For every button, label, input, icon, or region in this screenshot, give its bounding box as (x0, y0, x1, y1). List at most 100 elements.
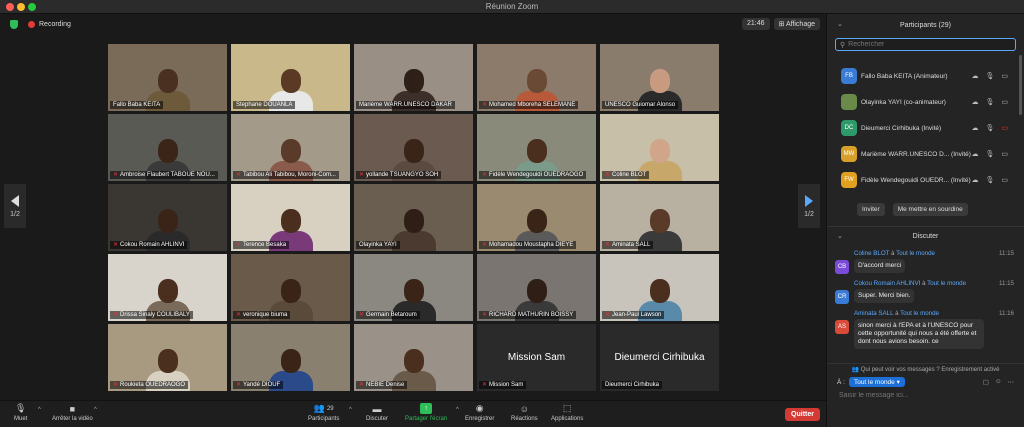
quit-button[interactable]: Quitter (785, 408, 820, 421)
participant-name: Fidèle Wendegouidi OUEDRAOGO (489, 172, 584, 178)
chat-sender[interactable]: Cokou Romain AHLINVI (854, 280, 920, 287)
view-button[interactable]: ⊞ Affichage (773, 18, 820, 30)
previous-page-button[interactable]: 1/2 (4, 184, 26, 228)
video-options-chevron-icon[interactable]: ^ (94, 407, 97, 413)
mute-button[interactable]: 🎙 Muet (14, 403, 27, 422)
video-tile[interactable]: ✕ Terence Besaka (231, 184, 350, 251)
next-page-button[interactable]: 1/2 (798, 184, 820, 228)
participant-row-name: Marième WARR.UNESCO D... (Invité) (861, 150, 971, 158)
chat-timestamp: 11:15 (998, 250, 1014, 257)
participant-row[interactable]: FW Fidèle Wendegouidi OUEDR... (Invité) ☁ 🎙… (827, 167, 1024, 193)
security-shield-icon[interactable] (10, 20, 18, 29)
reactions-button[interactable]: ☺ Réactions (511, 403, 538, 423)
participant-search[interactable]: ⚲ (835, 38, 1016, 51)
share-options-chevron-icon[interactable]: ^ (456, 407, 459, 413)
video-tile[interactable]: Fallo Baba KEITA (108, 44, 227, 111)
video-tile[interactable]: ✕ Roukieta OUEDRAOGO (108, 324, 227, 391)
video-tile[interactable]: ✕ Mohamadou Moustapha DIEYE (477, 184, 596, 251)
avatar: FW (841, 172, 857, 188)
participant-name: yollande TSUANGYO SOH (366, 172, 439, 178)
video-tile[interactable]: ✕ yollande TSUANGYO SOH (354, 114, 473, 181)
recipient-label: À : (837, 378, 845, 386)
participant-row[interactable]: Olayinka YAYI (co-animateur) ☁ 🎙 ▭ (827, 89, 1024, 115)
video-tile[interactable]: ✕ Germain Betaroum (354, 254, 473, 321)
video-tile[interactable]: Mission Sam ✕ Mission Sam (477, 324, 596, 391)
apps-button[interactable]: ⬚ Applications (551, 403, 583, 422)
record-button[interactable]: ◉ Enregistrer (465, 403, 494, 422)
participant-name-label: ✕ Mission Sam (479, 381, 527, 389)
mute-options-chevron-icon[interactable]: ^ (38, 407, 41, 413)
video-tile[interactable]: UNESCO Guiomar Alonso (600, 44, 719, 111)
video-tile[interactable]: ✕ Drissa Sinaly COULIBALY (108, 254, 227, 321)
recipient-select[interactable]: Tout le monde ▾ (848, 377, 905, 387)
video-tile[interactable]: ✕ Mohamed Mboreha SELEMANE (477, 44, 596, 111)
video-tile[interactable]: Olayinka YAYI (354, 184, 473, 251)
avatar: AS (835, 320, 849, 334)
participant-name-label: ✕ veronique biuma (233, 311, 291, 319)
chat-header: ⌄ Discuter (827, 226, 1024, 246)
video-tile[interactable]: ✕ Fidèle Wendegouidi OUEDRAOGO (477, 114, 596, 181)
chat-button[interactable]: ▬ Discuter (366, 403, 388, 423)
participant-head (403, 349, 424, 373)
chat-recipient[interactable]: Tout le monde (900, 310, 939, 317)
participant-head (526, 69, 547, 93)
participant-head (649, 279, 670, 303)
video-tile[interactable]: ✕ Tabibou Ali Tabibou, Moroni-Com... (231, 114, 350, 181)
more-icon[interactable]: ⋯ (1008, 378, 1015, 386)
cloud-icon: ☁ (971, 151, 979, 158)
participant-name-label: ✕ Drissa Sinaly COULIBALY (110, 311, 193, 319)
participant-row[interactable]: DC Dieumerci Cirhibuka (Invité) ☁ 🎙 ▭ (827, 115, 1024, 141)
participant-name: Stephane DOUANLA (236, 102, 293, 108)
video-tile[interactable]: Dieumerci Cirhibuka Dieumerci Cirhibuka (600, 324, 719, 391)
video-tile[interactable]: Stephane DOUANLA (231, 44, 350, 111)
video-tile[interactable]: ✕ Ambroise Flaubert TABOUE NOU... (108, 114, 227, 181)
microphone-icon: 🎙 (985, 177, 995, 184)
reactions-icon: ☺ (519, 403, 529, 414)
emoji-icon[interactable]: ☺ (995, 378, 1002, 386)
chat-sender[interactable]: Aminata SALL (854, 310, 893, 317)
muted-microphone-icon: ✕ (359, 312, 365, 318)
participants-button[interactable]: 👥 29 Participants (308, 403, 339, 422)
mute-me-button[interactable]: Me mettre en sourdine (892, 203, 968, 216)
video-grid: Fallo Baba KEITA Stephane DOUANLA Marième … (108, 44, 722, 394)
participant-name: veronique biuma (243, 312, 288, 318)
participant-search-input[interactable] (848, 41, 1009, 48)
participants-options-chevron-icon[interactable]: ^ (349, 407, 352, 413)
chat-input[interactable] (839, 392, 1009, 399)
apps-icon: ⬚ (562, 403, 572, 413)
participant-name: Terence Besaka (243, 242, 287, 248)
share-screen-button[interactable]: ↑ Partager l'écran (405, 403, 447, 422)
title-bar: Réunion Zoom (0, 0, 1024, 14)
collapse-chat-chevron-icon[interactable]: ⌄ (837, 232, 843, 240)
share-screen-label: Partager l'écran (405, 416, 448, 422)
collapse-participants-chevron-icon[interactable]: ⌄ (837, 20, 843, 28)
chat-title: Discuter (912, 233, 939, 240)
video-tile[interactable]: ✕ Coline BLOT (600, 114, 719, 181)
participant-row[interactable]: FB Fallo Baba KEITA (Animateur) ☁ 🎙 ▭ (827, 63, 1024, 89)
video-tile[interactable]: ✕ Yandé DIOUF (231, 324, 350, 391)
file-icon[interactable]: ▢ (983, 378, 989, 386)
participant-name-label: ✕ Jean-Paul Lawson (602, 311, 665, 319)
video-tile[interactable]: ✕ Cokou Romain AHLINVI (108, 184, 227, 251)
chat-message: CR Cokou Romain AHLINVI à Tout le monde 11… (835, 280, 1016, 304)
video-tile[interactable]: Marième WARR.UNESCO DAKAR (354, 44, 473, 111)
video-tile[interactable]: ✕ Aminata SALL (600, 184, 719, 251)
side-panel: ⌄ Participants (29) ⚲ FB Fallo Baba KEITA… (826, 14, 1024, 427)
chat-recipient[interactable]: Tout le monde (896, 250, 935, 257)
reactions-label: Réactions (511, 416, 538, 422)
avatar: MW (841, 146, 857, 162)
participant-row[interactable]: MW Marième WARR.UNESCO D... (Invité) ☁ 🎙 ▭ (827, 141, 1024, 167)
chat-recipient[interactable]: Tout le monde (927, 280, 966, 287)
video-tile[interactable]: ✕ Jean-Paul Lawson (600, 254, 719, 321)
stop-video-button[interactable]: ■ Arrêter la vidéo (52, 403, 93, 423)
chat-privacy-note[interactable]: 👥 Qui peut voir vos messages ? Enregistr… (827, 363, 1024, 374)
video-tile[interactable]: ✕ veronique biuma (231, 254, 350, 321)
video-tile[interactable]: ✕ NEBIE Denise (354, 324, 473, 391)
participant-row-name: Dieumerci Cirhibuka (Invité) (861, 124, 942, 132)
microphone-icon: 🎙 (985, 151, 995, 158)
participant-head (280, 209, 301, 233)
chat-sender[interactable]: Coline BLOT (854, 250, 889, 257)
chat-message-body: Coline BLOT à Tout le monde 11:15 D'accord… (854, 250, 1014, 274)
video-tile[interactable]: ✕ RICHARD MATHURIN BOISSY (477, 254, 596, 321)
invite-button[interactable]: Inviter (857, 203, 885, 216)
